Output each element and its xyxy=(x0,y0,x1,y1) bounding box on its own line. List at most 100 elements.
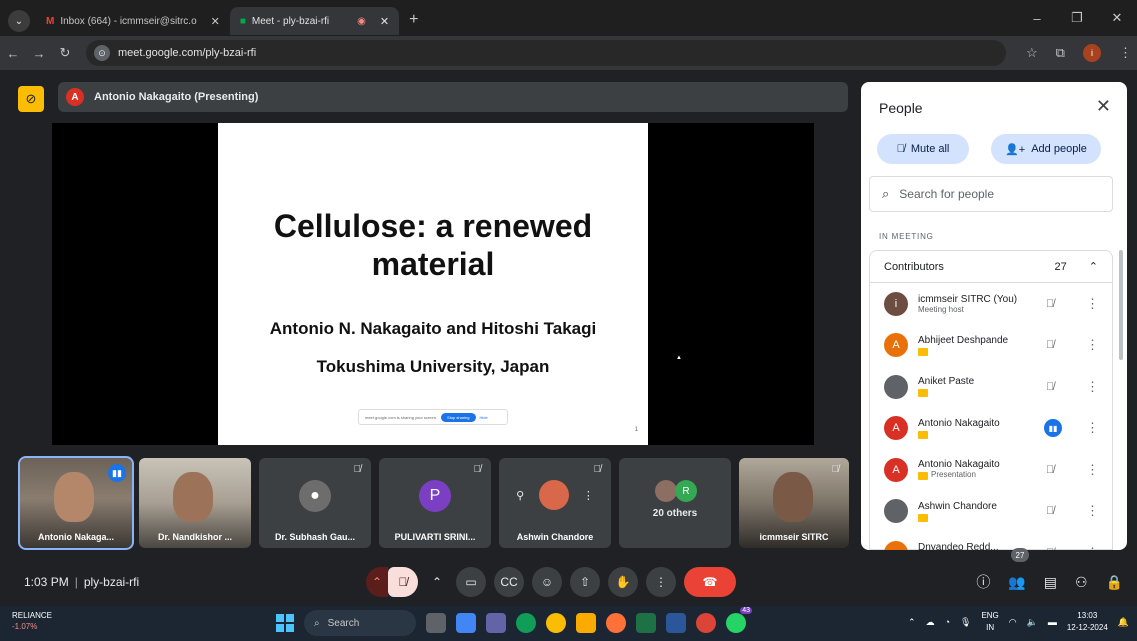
people-icon[interactable]: 👥 xyxy=(1008,574,1025,591)
add-people-button[interactable]: 👤+ Add people xyxy=(991,134,1101,164)
chrome-active-icon[interactable] xyxy=(696,613,716,633)
language-indicator[interactable]: ENG IN xyxy=(981,610,998,634)
widgets-icon[interactable] xyxy=(456,613,476,633)
present-button[interactable]: ⇧ xyxy=(570,567,600,597)
battery-icon[interactable]: ▬ xyxy=(1048,617,1057,627)
mic-off-icon[interactable]: 🎙̸ xyxy=(1046,339,1054,351)
close-icon[interactable]: ✕ xyxy=(1096,96,1111,117)
notification-bell-icon[interactable]: 🔔 xyxy=(1118,617,1129,628)
video-options-button[interactable]: ⌃ xyxy=(426,567,448,597)
close-icon[interactable]: ✕ xyxy=(380,15,389,28)
cloud-icon[interactable]: ☁ xyxy=(926,617,935,628)
participant-row[interactable]: Aniket Paste 🎙̸ ⋮ xyxy=(870,366,1112,408)
firefox-icon[interactable] xyxy=(606,613,626,633)
close-icon[interactable]: ✕ xyxy=(211,15,220,28)
participant-tile[interactable]: ▮▮ Antonio Nakaga... xyxy=(18,456,134,550)
participant-row[interactable]: i icmmseir SITRC (You) Meeting host 🎙̸ ⋮ xyxy=(870,283,1112,325)
pin-icon[interactable]: ⚲ xyxy=(516,489,524,502)
participant-tile[interactable]: 🎙̸ ● Dr. Subhash Gau... xyxy=(259,458,371,548)
mic-off-icon[interactable]: 🎙̸ xyxy=(1046,547,1054,550)
new-tab-button[interactable]: + xyxy=(409,11,418,29)
reload-button[interactable]: ↻ xyxy=(52,45,78,61)
bookmark-star-icon[interactable]: ☆ xyxy=(1026,45,1038,61)
more-options-button[interactable]: ⋮ xyxy=(646,567,676,597)
more-options-icon[interactable]: ⋮ xyxy=(583,489,594,502)
audio-off-icon[interactable]: 🎙̸ xyxy=(1046,464,1054,476)
camera-toggle-button[interactable]: ▭ xyxy=(456,567,486,597)
chevron-up-icon[interactable]: ⌃ xyxy=(908,617,916,628)
participant-row[interactable]: A Abhijeet Deshpande 🎙̸ ⋮ xyxy=(870,325,1112,367)
chevron-up-icon[interactable]: ⌃ xyxy=(1089,260,1098,273)
participant-row[interactable]: Dnyandeo Redd... 🎙̸ ⋮ xyxy=(870,532,1112,550)
back-button[interactable]: ← xyxy=(0,46,26,61)
contributors-header[interactable]: Contributors 27 ⌃ xyxy=(870,251,1112,283)
panel-scrollbar[interactable] xyxy=(1119,250,1123,360)
more-options-icon[interactable]: ⋮ xyxy=(1086,503,1099,519)
others-tile[interactable]: R 20 others xyxy=(619,458,731,548)
wifi-icon[interactable]: ◠ xyxy=(1009,617,1017,628)
volume-icon[interactable]: 🔈 xyxy=(1027,617,1038,628)
captions-button[interactable]: CC xyxy=(494,567,524,597)
participant-tile[interactable]: 🎙̸ ⚲ ⋮ Ashwin Chandore xyxy=(499,458,611,548)
camera-off-icon[interactable]: ⊘ xyxy=(18,86,44,112)
participant-tile[interactable]: 🎙̸ P PULIVARTI SRINI... xyxy=(379,458,491,548)
edge-icon[interactable] xyxy=(516,613,536,633)
menu-kebab-icon[interactable]: ⋮ xyxy=(1119,45,1132,61)
mic-off-icon[interactable]: 🎙̸ xyxy=(1046,298,1054,310)
audio-options-button[interactable]: ⌃ xyxy=(366,567,388,597)
forward-button[interactable]: → xyxy=(26,46,52,61)
search-input[interactable] xyxy=(899,187,1090,201)
hide-button[interactable]: Hide xyxy=(480,415,488,420)
participant-avatar xyxy=(884,374,908,399)
more-options-icon[interactable]: ⋮ xyxy=(1086,296,1099,312)
site-info-icon[interactable]: ⊙ xyxy=(94,45,110,61)
clock[interactable]: 13:03 12-12-2024 xyxy=(1067,610,1108,634)
participant-tile[interactable]: Dr. Nandkishor ... xyxy=(139,458,251,548)
restore-button[interactable]: ❐ xyxy=(1057,10,1097,26)
tab-meet[interactable]: ■ Meet - ply-bzai-rfi ◉ ✕ xyxy=(229,7,400,35)
windows-start-icon[interactable] xyxy=(276,614,294,632)
profile-avatar[interactable]: i xyxy=(1082,44,1101,62)
leave-call-button[interactable]: ☎ xyxy=(684,567,736,597)
more-options-icon[interactable]: ⋮ xyxy=(1086,337,1099,353)
excel-icon[interactable] xyxy=(636,613,656,633)
stock-widget[interactable]: RELIANCE -1.07% xyxy=(12,610,52,632)
word-icon[interactable] xyxy=(666,613,686,633)
mic-off-icon[interactable]: 🎙̸ xyxy=(1046,381,1054,393)
teams-icon[interactable] xyxy=(486,613,506,633)
people-search[interactable]: ⌕ xyxy=(869,176,1113,212)
raise-hand-button[interactable]: ✋ xyxy=(608,567,638,597)
task-view-icon[interactable] xyxy=(426,613,446,633)
speaking-indicator-icon[interactable]: ▮▮ xyxy=(1044,419,1062,438)
tab-search-button[interactable]: ⌄ xyxy=(8,10,30,32)
more-options-icon[interactable]: ⋮ xyxy=(1086,462,1099,478)
address-bar[interactable]: ⊙ meet.google.com/ply-bzai-rfi xyxy=(86,40,1006,66)
participant-row[interactable]: A Antonio Nakagaito Presentation 🎙̸ ⋮ xyxy=(870,449,1112,491)
more-options-icon[interactable]: ⋮ xyxy=(1086,379,1099,395)
mute-all-button[interactable]: 🎙̸ Mute all xyxy=(877,134,969,164)
mic-icon[interactable]: 🎙 xyxy=(960,617,971,628)
file-explorer-icon[interactable] xyxy=(576,613,596,633)
chat-icon[interactable]: ▤ xyxy=(1044,574,1057,591)
tab-gmail[interactable]: M Inbox (664) - icmmseir@sitrc.o ✕ xyxy=(36,7,230,35)
close-window-button[interactable]: ✕ xyxy=(1097,10,1137,26)
more-options-icon[interactable]: ⋮ xyxy=(1086,545,1099,550)
participant-name: Abhijeet Deshpande xyxy=(918,334,1009,346)
chrome-icon[interactable] xyxy=(546,613,566,633)
taskbar-search[interactable]: ⌕ Search xyxy=(304,610,416,636)
activities-icon[interactable]: ⚇ xyxy=(1075,574,1088,591)
network-icon[interactable]: ◔ xyxy=(945,617,950,627)
participant-tile[interactable]: 🎙̸ icmmseir SITRC xyxy=(739,458,849,548)
stop-sharing-button[interactable]: Stop sharing xyxy=(441,412,476,422)
whatsapp-icon[interactable]: 43 xyxy=(726,607,752,633)
extensions-icon[interactable]: ⧉ xyxy=(1056,45,1065,61)
participant-row[interactable]: Ashwin Chandore 🎙̸ ⋮ xyxy=(870,491,1112,533)
mic-off-icon[interactable]: 🎙̸ xyxy=(1046,505,1054,517)
reactions-button[interactable]: ☺ xyxy=(532,567,562,597)
more-options-icon[interactable]: ⋮ xyxy=(1086,420,1099,436)
minimize-button[interactable]: – xyxy=(1017,11,1057,26)
participant-row[interactable]: A Antonio Nakagaito ▮▮ ⋮ xyxy=(870,408,1112,450)
info-icon[interactable]: ⓘ xyxy=(976,572,990,592)
mic-toggle-button[interactable]: 🎙̸ xyxy=(388,567,418,597)
host-controls-icon[interactable]: 🔒 xyxy=(1106,574,1123,591)
